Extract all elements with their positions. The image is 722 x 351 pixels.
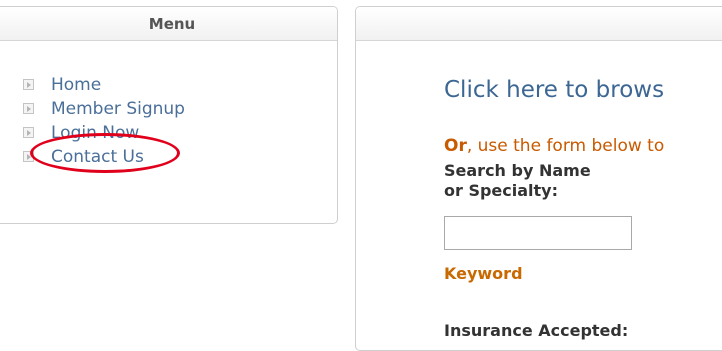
search-by-name-label: Search by Name or Specialty:	[444, 161, 591, 201]
content-header	[356, 7, 722, 41]
search-label-line1: Search by Name	[444, 161, 591, 180]
menu-item-contact-us[interactable]: Contact Us	[23, 145, 185, 169]
menu-list: Home Member Signup Login Now Contact Us	[23, 73, 185, 169]
menu-item-label: Login Now	[51, 123, 140, 143]
arrow-right-icon	[23, 79, 34, 90]
search-label-line2: or Specialty:	[444, 181, 559, 200]
menu-panel: Menu Home Member Signup Login Now Contac…	[0, 6, 338, 224]
browse-link[interactable]: Click here to brows	[444, 77, 664, 103]
menu-title: Menu	[0, 7, 337, 41]
menu-item-home[interactable]: Home	[23, 73, 185, 97]
arrow-right-icon	[23, 127, 34, 138]
keyword-input[interactable]	[444, 216, 632, 250]
arrow-right-icon	[23, 151, 34, 162]
menu-item-label: Home	[51, 75, 102, 95]
or-word: Or	[444, 136, 467, 156]
or-instruction: Or, use the form below to	[444, 136, 664, 156]
content-panel: Click here to brows Or, use the form bel…	[355, 6, 722, 351]
insurance-accepted-label: Insurance Accepted:	[444, 321, 629, 340]
menu-item-login-now[interactable]: Login Now	[23, 121, 185, 145]
menu-item-member-signup[interactable]: Member Signup	[23, 97, 185, 121]
keyword-label: Keyword	[444, 264, 523, 283]
menu-item-label: Contact Us	[51, 147, 144, 167]
menu-item-label: Member Signup	[51, 99, 185, 119]
or-text: , use the form below to	[466, 136, 665, 156]
arrow-right-icon	[23, 103, 34, 114]
